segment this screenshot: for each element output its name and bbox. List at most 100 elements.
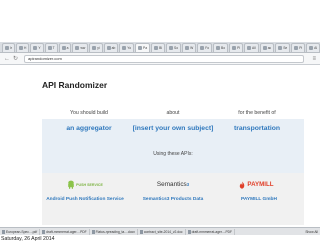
- tab-favicon-icon: [169, 46, 174, 50]
- browser-tab[interactable]: yi: [89, 43, 103, 52]
- tab-label: Bl: [159, 45, 163, 50]
- column-label-build: You should build: [70, 110, 108, 116]
- tab-label: Ir: [10, 45, 13, 50]
- browser-tab[interactable]: ac: [259, 43, 275, 52]
- tab-favicon-icon: [92, 46, 97, 50]
- refresh-icon[interactable]: ↻: [13, 56, 18, 62]
- tab-favicon-icon: [47, 46, 52, 50]
- tab-favicon-icon: [200, 46, 205, 50]
- build-value[interactable]: an aggregator: [46, 124, 132, 134]
- document-icon: [91, 229, 95, 234]
- tab-favicon-icon: [309, 46, 314, 50]
- document-icon: [2, 229, 5, 234]
- download-item-label: contract_site-2014_v2.doc: [143, 229, 183, 234]
- download-item-label: draft-mmmerrat-ager....PDF: [191, 229, 233, 234]
- browser-tab[interactable]: T: [44, 43, 58, 52]
- browser-tab[interactable]: Ir: [2, 43, 16, 52]
- tab-label: H: [24, 45, 27, 50]
- tab-favicon-icon: [138, 46, 143, 50]
- paymill-flame-icon: [240, 181, 245, 189]
- tab-label: Pl: [237, 45, 241, 50]
- android-logo-text: PUSH SERVICE: [76, 182, 103, 187]
- tab-favicon-icon: [216, 46, 221, 50]
- download-item[interactable]: Flatus-rpreading_ta....docx: [90, 228, 138, 235]
- android-push-logo: PUSH SERVICE: [59, 178, 111, 191]
- tab-favicon-icon: [5, 46, 9, 50]
- browser-tab[interactable]: Se: [275, 43, 291, 52]
- download-item[interactable]: draft-mmmerrat-ager....PDF: [186, 228, 236, 235]
- download-item-label: draft-mmmerrat-ager....PDF: [46, 229, 87, 234]
- downloads-bar: European-Spec....pdf draft-mmmerrat-ager.…: [0, 227, 320, 235]
- tab-label: Yo: [127, 45, 132, 50]
- browser-tab[interactable]: ab: [103, 43, 119, 52]
- document-icon: [187, 229, 191, 234]
- page-title: API Randomizer: [42, 80, 108, 90]
- tab-favicon-icon: [122, 46, 127, 50]
- document-icon: [42, 229, 46, 234]
- browser-tab[interactable]: W: [182, 43, 197, 52]
- tab-favicon-icon: [278, 46, 283, 50]
- download-item[interactable]: European-Spec....pdf: [0, 228, 41, 235]
- tab-favicon-icon: [61, 46, 66, 50]
- download-item-label: European-Spec....pdf: [6, 229, 38, 234]
- android-robot-icon: [68, 180, 74, 189]
- address-bar[interactable]: apirandomizer.com: [24, 55, 304, 63]
- tab-label: All: [252, 45, 256, 50]
- tab-strip: Ir H Y Ta ww yi ab Yo Pa Bl So W Fo Bo Pl All ac Se Pi Al: [0, 42, 320, 53]
- tab-label: ww: [80, 45, 86, 50]
- api-name-paymill[interactable]: PAYMILL GmbH: [216, 197, 302, 204]
- browser-tab[interactable]: Pl: [229, 43, 244, 52]
- column-label-benefit: for the benefit of: [238, 110, 276, 116]
- browser-tab[interactable]: ww: [72, 43, 89, 52]
- tab-label: So: [174, 45, 179, 50]
- tab-favicon-icon: [262, 46, 267, 50]
- show-all-downloads-button[interactable]: Show All: [303, 229, 320, 235]
- benefit-value[interactable]: transportation: [214, 124, 300, 134]
- tab-favicon-icon: [33, 46, 38, 50]
- browser-tab[interactable]: Pi: [291, 43, 306, 52]
- tab-label: T: [52, 45, 55, 50]
- tab-label: a: [66, 45, 69, 50]
- api-name-semantics3[interactable]: Semantics3 Products Data: [130, 197, 216, 204]
- download-item[interactable]: draft-mmmerrat-ager....PDF: [40, 228, 90, 235]
- semantics3-logo: Semantics 3: [143, 178, 203, 191]
- menu-icon[interactable]: ≡: [312, 56, 316, 62]
- about-value[interactable]: [insert your own subject]: [130, 124, 216, 134]
- using-apis-label: Using these APIs:: [153, 151, 193, 157]
- tab-label: Al: [314, 45, 318, 50]
- tab-label: Pa: [143, 45, 148, 50]
- url-text: apirandomizer.com: [28, 56, 62, 61]
- tab-favicon-icon: [294, 46, 299, 50]
- download-item-label: Flatus-rpreading_ta....docx: [95, 229, 135, 234]
- tab-label: Se: [283, 45, 288, 50]
- paymill-logo-text: PAYMILL: [247, 181, 274, 188]
- browser-tab[interactable]: a: [58, 43, 72, 52]
- tab-label: Bo: [221, 45, 226, 50]
- document-icon: [139, 229, 143, 234]
- browser-tab[interactable]: Yo: [119, 43, 135, 52]
- address-toolbar: ← ↻ apirandomizer.com ≡: [0, 53, 320, 65]
- tab-favicon-icon: [185, 46, 190, 50]
- browser-tab[interactable]: All: [244, 43, 259, 52]
- browser-tab[interactable]: Bo: [213, 43, 229, 52]
- browser-tab[interactable]: Al: [306, 43, 320, 52]
- browser-tab[interactable]: Fo: [197, 43, 213, 52]
- tab-label: ac: [267, 45, 272, 50]
- browser-tab[interactable]: Pa: [135, 43, 151, 52]
- tab-label: Y: [38, 45, 41, 50]
- tab-favicon-icon: [106, 46, 111, 50]
- api-name-android[interactable]: Android Push Notification Service: [42, 197, 128, 204]
- date-caption: Saturday, 26 April 2014: [1, 236, 55, 242]
- browser-tab[interactable]: Y: [30, 43, 44, 52]
- tab-label: yi: [97, 45, 100, 50]
- tab-favicon-icon: [19, 46, 24, 50]
- tab-favicon-icon: [232, 46, 237, 50]
- back-arrow-icon[interactable]: ←: [4, 56, 10, 62]
- semantics3-logo-sup: 3: [186, 182, 190, 187]
- browser-tab[interactable]: Bl: [151, 43, 166, 52]
- browser-tab[interactable]: H: [16, 43, 30, 52]
- paymill-logo: PAYMILL: [228, 178, 284, 191]
- download-item[interactable]: contract_site-2014_v2.doc: [138, 228, 186, 235]
- tab-label: Pi: [299, 45, 303, 50]
- browser-tab[interactable]: So: [166, 43, 182, 52]
